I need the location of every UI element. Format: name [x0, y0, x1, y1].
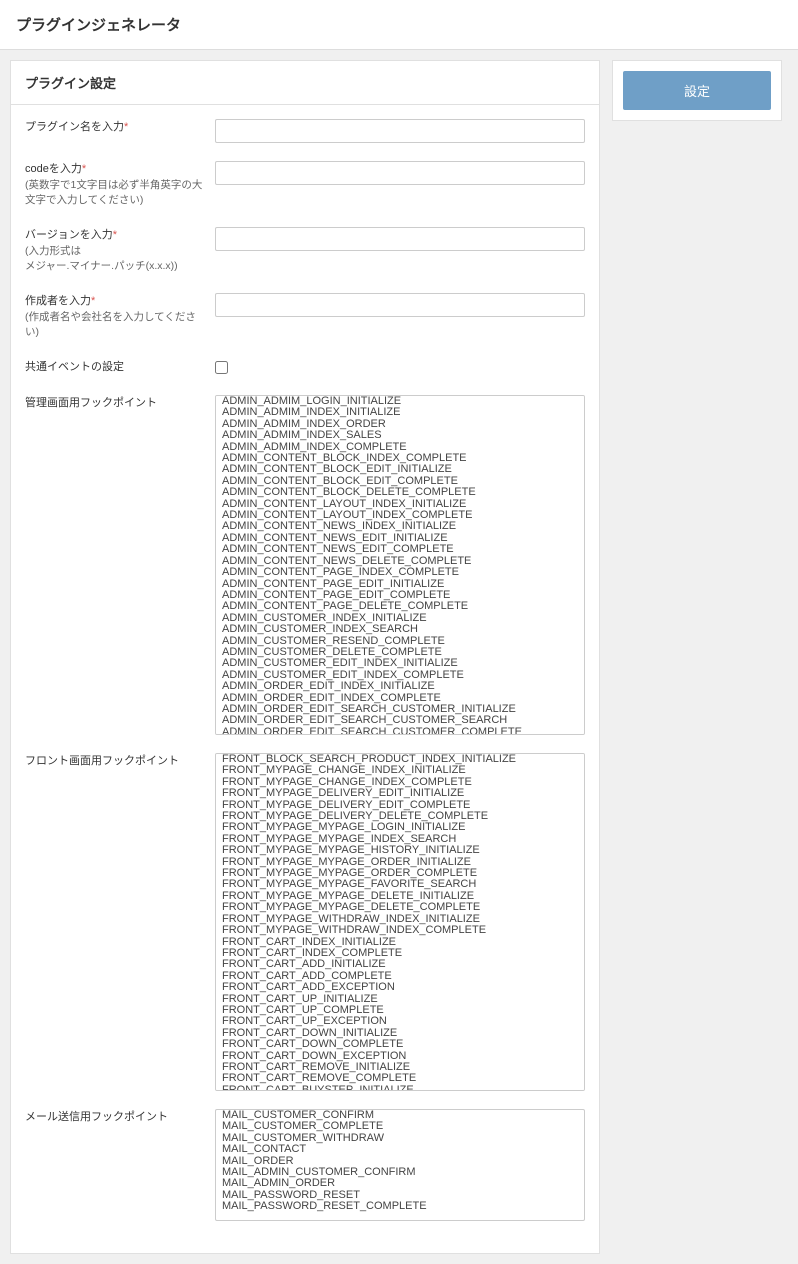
list-item[interactable]: FRONT_MYPAGE_MYPAGE_HISTORY_INITIALIZE	[216, 845, 584, 856]
row-author: 作成者を入力* (作成者名や会社名を入力してください)	[25, 293, 585, 341]
front-hook-listbox[interactable]: FRONT_BLOCK_SEARCH_PRODUCT_INDEX_INITIAL…	[215, 753, 585, 1091]
required-mark: *	[113, 229, 117, 241]
label-mail-hook: メール送信用フックポイント	[25, 1109, 215, 1126]
row-mail-hook: メール送信用フックポイント MAIL_CUSTOMER_CONFIRMMAIL_…	[25, 1109, 585, 1221]
code-input[interactable]	[215, 161, 585, 185]
list-item[interactable]: ADMIN_ORDER_EDIT_SEARCH_CUSTOMER_COMPLET…	[216, 727, 584, 735]
label-version: バージョンを入力* (入力形式は メジャー.マイナー.パッチ(x.x.x))	[25, 227, 215, 275]
list-item[interactable]: FRONT_CART_ADD_INITIALIZE	[216, 959, 584, 970]
list-item[interactable]: ADMIN_CUSTOMER_INDEX_SEARCH	[216, 624, 584, 635]
label-common-event-text: 共通イベントの設定	[25, 361, 124, 373]
list-item[interactable]: MAIL_PASSWORD_RESET	[216, 1190, 584, 1201]
label-mail-hook-text: メール送信用フックポイント	[25, 1111, 168, 1123]
required-mark: *	[124, 121, 128, 133]
panel-body: プラグイン名を入力* codeを入力* (英数字で1文字目は必ず半角英字の大文字…	[11, 105, 599, 1253]
list-item[interactable]: ADMIN_CONTENT_PAGE_INDEX_COMPLETE	[216, 567, 584, 578]
list-item[interactable]: FRONT_CART_ADD_EXCEPTION	[216, 982, 584, 993]
admin-hook-listbox[interactable]: ADMIN_ADMIM_LOGIN_INITIALIZEADMIN_ADMIM_…	[215, 395, 585, 735]
list-item[interactable]: ADMIN_CONTENT_BLOCK_DELETE_COMPLETE	[216, 487, 584, 498]
label-code: codeを入力* (英数字で1文字目は必ず半角英字の大文字で入力してください)	[25, 161, 215, 209]
list-item[interactable]: FRONT_CART_DOWN_COMPLETE	[216, 1039, 584, 1050]
required-mark: *	[91, 295, 95, 307]
list-item[interactable]: FRONT_MYPAGE_MYPAGE_DELETE_COMPLETE	[216, 902, 584, 913]
row-version: バージョンを入力* (入力形式は メジャー.マイナー.パッチ(x.x.x))	[25, 227, 585, 275]
side-panel: 設定	[612, 60, 782, 121]
row-front-hook: フロント画面用フックポイント FRONT_BLOCK_SEARCH_PRODUC…	[25, 753, 585, 1091]
label-version-hint1: (入力形式は	[25, 244, 207, 260]
mail-hook-listbox[interactable]: MAIL_CUSTOMER_CONFIRMMAIL_CUSTOMER_COMPL…	[215, 1109, 585, 1221]
row-code: codeを入力* (英数字で1文字目は必ず半角英字の大文字で入力してください)	[25, 161, 585, 209]
list-item[interactable]: MAIL_CONTACT	[216, 1144, 584, 1155]
label-code-text: codeを入力	[25, 163, 82, 175]
label-plugin-name: プラグイン名を入力*	[25, 119, 215, 136]
list-item[interactable]: ADMIN_ADMIM_INDEX_SALES	[216, 430, 584, 441]
row-common-event: 共通イベントの設定	[25, 359, 585, 377]
label-front-hook-text: フロント画面用フックポイント	[25, 755, 179, 767]
list-item[interactable]: ADMIN_ORDER_EDIT_INDEX_INITIALIZE	[216, 681, 584, 692]
label-version-hint2: メジャー.マイナー.パッチ(x.x.x))	[25, 259, 207, 275]
label-version-text: バージョンを入力	[25, 229, 113, 241]
list-item[interactable]: FRONT_MYPAGE_DELIVERY_EDIT_INITIALIZE	[216, 788, 584, 799]
author-input[interactable]	[215, 293, 585, 317]
label-author-hint: (作成者名や会社名を入力してください)	[25, 310, 207, 342]
label-admin-hook-text: 管理画面用フックポイント	[25, 397, 157, 409]
label-front-hook: フロント画面用フックポイント	[25, 753, 215, 770]
row-admin-hook: 管理画面用フックポイント ADMIN_ADMIM_LOGIN_INITIALIZ…	[25, 395, 585, 735]
list-item[interactable]: ADMIN_CONTENT_PAGE_DELETE_COMPLETE	[216, 601, 584, 612]
row-plugin-name: プラグイン名を入力*	[25, 119, 585, 143]
label-plugin-name-text: プラグイン名を入力	[25, 121, 124, 133]
label-author: 作成者を入力* (作成者名や会社名を入力してください)	[25, 293, 215, 341]
list-item[interactable]: FRONT_MYPAGE_WITHDRAW_INDEX_COMPLETE	[216, 925, 584, 936]
list-item[interactable]: FRONT_CART_BUYSTEP_INITIALIZE	[216, 1085, 584, 1091]
content-panel: プラグイン設定 プラグイン名を入力* codeを入力* (英数字で1文字目は必ず…	[10, 60, 600, 1254]
common-event-checkbox[interactable]	[215, 361, 228, 374]
required-mark: *	[82, 163, 86, 175]
settings-button[interactable]: 設定	[623, 71, 771, 110]
page-header: プラグインジェネレータ	[0, 0, 798, 50]
page-title: プラグインジェネレータ	[16, 14, 782, 35]
main-area: プラグイン設定 プラグイン名を入力* codeを入力* (英数字で1文字目は必ず…	[0, 50, 798, 1264]
label-author-text: 作成者を入力	[25, 295, 91, 307]
label-common-event: 共通イベントの設定	[25, 359, 215, 376]
list-item[interactable]: MAIL_PASSWORD_RESET_COMPLETE	[216, 1201, 584, 1212]
label-admin-hook: 管理画面用フックポイント	[25, 395, 215, 412]
version-input[interactable]	[215, 227, 585, 251]
list-item[interactable]: ADMIN_CONTENT_NEWS_EDIT_COMPLETE	[216, 544, 584, 555]
label-code-hint: (英数字で1文字目は必ず半角英字の大文字で入力してください)	[25, 178, 207, 210]
plugin-name-input[interactable]	[215, 119, 585, 143]
panel-title: プラグイン設定	[11, 61, 599, 105]
